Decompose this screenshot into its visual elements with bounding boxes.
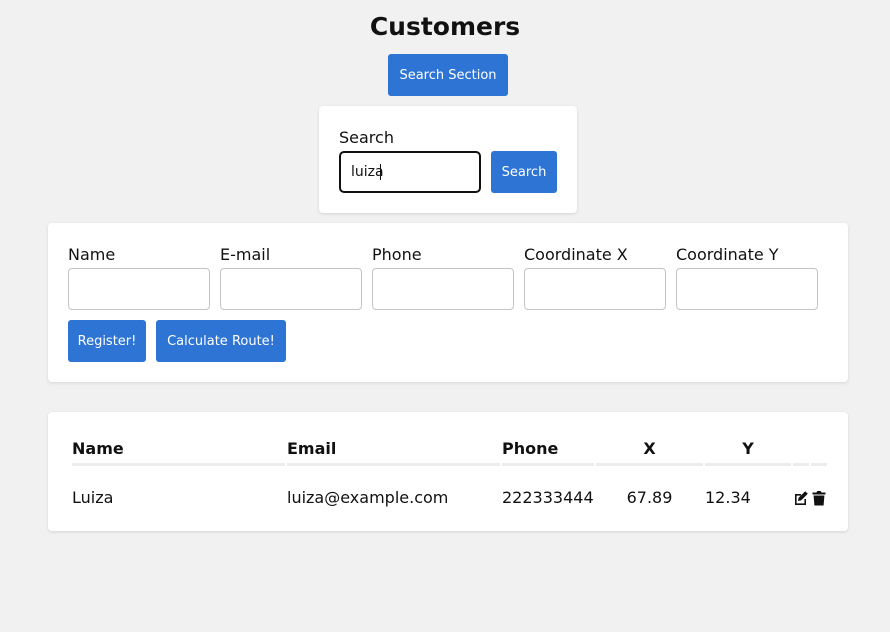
- phone-label: Phone: [372, 245, 422, 264]
- search-input[interactable]: [339, 151, 481, 193]
- register-button[interactable]: Register!: [68, 320, 146, 362]
- cell-edit: [793, 466, 809, 528]
- cell-x: 67.89: [626, 487, 673, 507]
- name-field[interactable]: [68, 268, 210, 310]
- column-header-email: Email: [287, 434, 500, 466]
- column-header-phone: Phone: [502, 434, 594, 466]
- column-header-y: Y: [705, 434, 791, 466]
- column-header-x: X: [596, 434, 703, 466]
- column-header-edit: [793, 434, 809, 466]
- search-label: Search: [339, 128, 394, 147]
- cell-name: Luiza: [72, 487, 114, 507]
- phone-field[interactable]: [372, 268, 514, 310]
- trash-icon[interactable]: [811, 490, 827, 506]
- table-row: Luiza luiza@example.com 222333444 67.89 …: [72, 466, 827, 528]
- search-button[interactable]: Search: [491, 151, 557, 193]
- email-field[interactable]: [220, 268, 362, 310]
- page-title: Customers: [369, 12, 521, 41]
- edit-icon[interactable]: [793, 490, 809, 506]
- coordinate-y-label: Coordinate Y: [676, 245, 779, 264]
- email-label: E-mail: [220, 245, 271, 264]
- calculate-route-button[interactable]: Calculate Route!: [156, 320, 286, 362]
- search-card: Search Search: [319, 106, 577, 213]
- coordinate-y-field[interactable]: [676, 268, 818, 310]
- coordinate-x-label: Coordinate X: [524, 245, 628, 264]
- table-header-row: Name Email Phone X Y: [72, 434, 827, 466]
- cell-phone: 222333444: [502, 487, 594, 507]
- customers-table: Name Email Phone X Y Luiza luiza@example…: [70, 434, 829, 528]
- register-form-card: Name E-mail Phone Coordinate X Coordinat…: [48, 223, 848, 382]
- search-section-button[interactable]: Search Section: [388, 54, 508, 96]
- customers-table-card: Name Email Phone X Y Luiza luiza@example…: [48, 412, 848, 531]
- text-caret: [380, 164, 381, 180]
- coordinate-x-field[interactable]: [524, 268, 666, 310]
- cell-email: luiza@example.com: [287, 487, 449, 507]
- cell-y: 12.34: [705, 487, 751, 507]
- column-header-name: Name: [72, 434, 285, 466]
- column-header-delete: [811, 434, 827, 466]
- cell-delete: [811, 466, 827, 528]
- name-label: Name: [68, 245, 116, 264]
